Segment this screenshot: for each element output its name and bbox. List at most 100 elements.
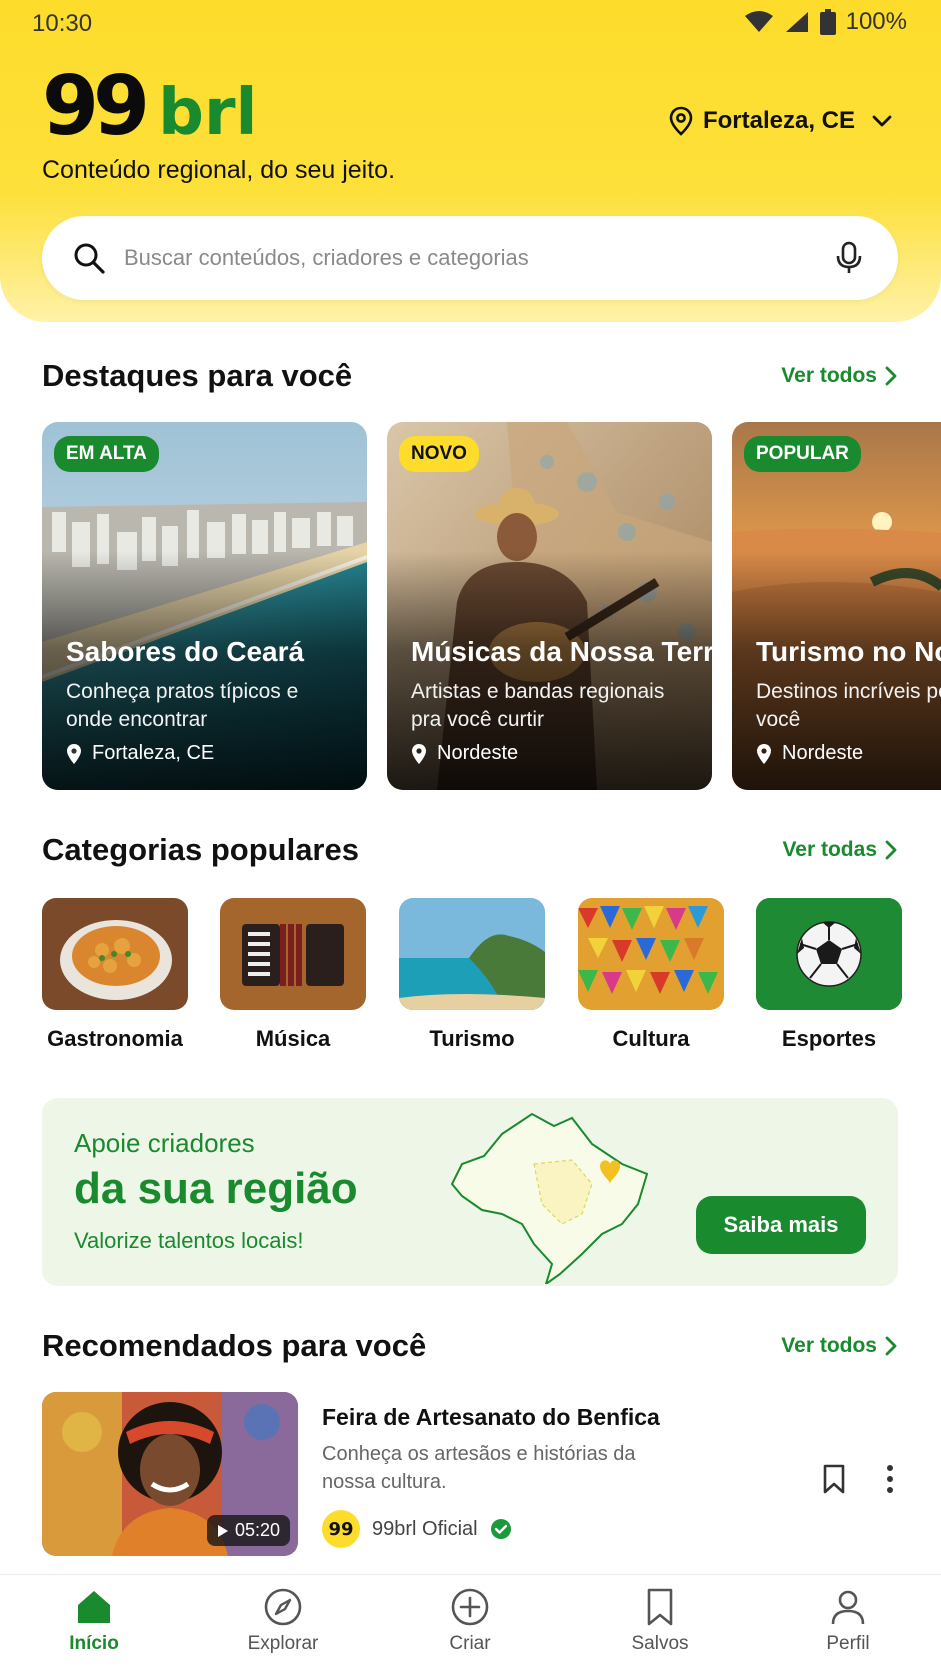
bookmark-icon[interactable] bbox=[822, 1464, 846, 1494]
card-location-label: Nordeste bbox=[437, 742, 519, 764]
nav-item-create[interactable]: Criar bbox=[390, 1575, 550, 1672]
location-selector[interactable]: Fortaleza, CE bbox=[669, 106, 893, 136]
chevron-down-icon bbox=[872, 115, 892, 127]
accordion-image bbox=[220, 898, 366, 1010]
signal-icon bbox=[785, 12, 808, 32]
status-icons: 100% bbox=[744, 8, 907, 36]
nav-item-profile[interactable]: Perfil bbox=[768, 1575, 928, 1672]
tagline: Conteúdo regional, do seu jeito. bbox=[42, 156, 396, 184]
highlights-carousel[interactable]: EM ALTA Sabores do Ceará Conheça pratos … bbox=[42, 422, 941, 792]
banner-caption: Valorize talentos locais! bbox=[74, 1228, 304, 1253]
popular-badge: POPULAR bbox=[744, 436, 861, 472]
battery-icon bbox=[819, 9, 836, 35]
category-item-musica[interactable]: Música bbox=[220, 898, 366, 1052]
verified-icon bbox=[490, 1519, 511, 1539]
play-icon bbox=[217, 1524, 228, 1537]
see-all-label: Ver todas bbox=[782, 838, 877, 861]
recommended-item: 05:20 Feira de Artesanato do Benfica Con… bbox=[42, 1392, 902, 1556]
author-name: 99brl Oficial bbox=[372, 1517, 478, 1540]
categories-title: Categorias populares bbox=[42, 832, 359, 867]
compass-icon bbox=[264, 1588, 302, 1626]
card-description: Conheça pratos típicos e onde encontrar bbox=[66, 680, 299, 731]
highlight-card[interactable]: EM ALTA Sabores do Ceará Conheça pratos … bbox=[42, 422, 367, 790]
card-title: Turismo no Nordeste bbox=[756, 636, 941, 667]
festival-flags-image bbox=[578, 898, 724, 1010]
food-image bbox=[42, 898, 188, 1010]
nav-label: Explorar bbox=[247, 1633, 319, 1654]
app-logo: 99 brl bbox=[42, 66, 257, 148]
card-location: Fortaleza, CE bbox=[66, 742, 214, 765]
video-duration: 05:20 bbox=[206, 1515, 290, 1546]
home-icon bbox=[78, 1591, 110, 1623]
card-overlay bbox=[732, 422, 941, 790]
nav-label: Salvos bbox=[631, 1633, 689, 1654]
category-label: Turismo bbox=[429, 1026, 515, 1051]
card-location-label: Nordeste bbox=[782, 742, 864, 764]
author-info[interactable]: 99 99brl Oficial bbox=[322, 1510, 512, 1548]
status-bar: 10:30 100% bbox=[0, 0, 941, 48]
bookmark-icon bbox=[647, 1588, 673, 1626]
location-pin-icon bbox=[67, 743, 81, 764]
category-item-esportes[interactable]: Esportes bbox=[756, 898, 902, 1052]
card-description: Destinos incríveis perto de você bbox=[756, 680, 941, 731]
chevron-right-icon bbox=[885, 366, 897, 386]
banner-subtitle: Apoie criadores bbox=[74, 1128, 255, 1158]
location-label: Fortaleza, CE bbox=[702, 107, 855, 134]
learn-more-button[interactable]: Saiba mais bbox=[696, 1196, 866, 1254]
card-location: Nordeste bbox=[756, 742, 863, 765]
coast-image bbox=[399, 898, 545, 1010]
more-options-icon[interactable] bbox=[886, 1464, 894, 1494]
card-location: Nordeste bbox=[411, 742, 518, 765]
recommended-see-all-link[interactable]: Ver todos bbox=[781, 1334, 897, 1358]
highlight-card[interactable]: NOVO Músicas da Nossa Terra Artistas e b… bbox=[387, 422, 712, 790]
support-creators-banner: Apoie criadores da sua região Valorize t… bbox=[42, 1098, 898, 1286]
nav-item-saved[interactable]: Salvos bbox=[580, 1575, 740, 1672]
bottom-navigation: Início Explorar Criar Salvos Perfil bbox=[0, 1574, 941, 1672]
recommended-item-description: Conheça os artesãos e histórias da nossa… bbox=[322, 1443, 636, 1493]
microphone-icon[interactable] bbox=[834, 241, 864, 275]
search-icon bbox=[74, 243, 105, 274]
categories-see-all-link[interactable]: Ver todas bbox=[782, 838, 897, 862]
wifi-icon bbox=[744, 11, 773, 32]
category-label: Música bbox=[255, 1026, 331, 1051]
nav-label: Criar bbox=[449, 1633, 491, 1654]
nav-label: Perfil bbox=[826, 1633, 870, 1654]
author-avatar: 99 bbox=[322, 1510, 360, 1548]
chevron-right-icon bbox=[885, 840, 897, 860]
user-icon bbox=[831, 1590, 865, 1625]
nav-item-home[interactable]: Início bbox=[14, 1575, 174, 1672]
category-label: Cultura bbox=[612, 1026, 690, 1051]
categories-row: Gastronomia Música Turismo Cultura Espor… bbox=[42, 898, 902, 1058]
location-pin-icon bbox=[757, 743, 771, 764]
category-label: Esportes bbox=[781, 1026, 877, 1051]
soccer-ball-icon bbox=[756, 898, 902, 1010]
highlight-card[interactable]: POPULAR Turismo no Nordeste Destinos inc… bbox=[732, 422, 941, 790]
nav-item-explore[interactable]: Explorar bbox=[203, 1575, 363, 1672]
status-time: 10:30 bbox=[32, 10, 93, 37]
nav-label: Início bbox=[69, 1633, 119, 1654]
highlights-see-all-link[interactable]: Ver todos bbox=[781, 364, 897, 388]
app-header: 10:30 100% 99 brl Conteúdo regional, do … bbox=[0, 0, 941, 322]
chevron-right-icon bbox=[885, 1336, 897, 1356]
card-description: Artistas e bandas regionais pra você cur… bbox=[411, 680, 665, 731]
brazil-map-icon bbox=[450, 1112, 649, 1284]
card-location-label: Fortaleza, CE bbox=[92, 742, 215, 764]
recommended-item-title[interactable]: Feira de Artesanato do Benfica bbox=[322, 1404, 660, 1431]
category-label: Gastronomia bbox=[47, 1026, 183, 1051]
location-pin-icon bbox=[412, 743, 426, 764]
category-item-turismo[interactable]: Turismo bbox=[399, 898, 545, 1052]
card-overlay bbox=[387, 422, 712, 790]
card-title: Músicas da Nossa Terra bbox=[411, 636, 712, 667]
category-item-cultura[interactable]: Cultura bbox=[578, 898, 724, 1052]
new-badge: NOVO bbox=[399, 436, 479, 472]
duration-label: 05:20 bbox=[234, 1520, 280, 1540]
see-all-label: Ver todos bbox=[781, 1334, 877, 1357]
video-thumbnail[interactable]: 05:20 bbox=[42, 1392, 298, 1556]
search-bar[interactable] bbox=[42, 216, 898, 300]
location-pin-icon bbox=[669, 106, 693, 136]
category-item-gastronomia[interactable]: Gastronomia bbox=[42, 898, 188, 1052]
see-all-label: Ver todos bbox=[781, 364, 877, 387]
card-title: Sabores do Ceará bbox=[66, 636, 305, 667]
search-input[interactable] bbox=[124, 245, 834, 271]
trending-badge: EM ALTA bbox=[54, 436, 159, 472]
